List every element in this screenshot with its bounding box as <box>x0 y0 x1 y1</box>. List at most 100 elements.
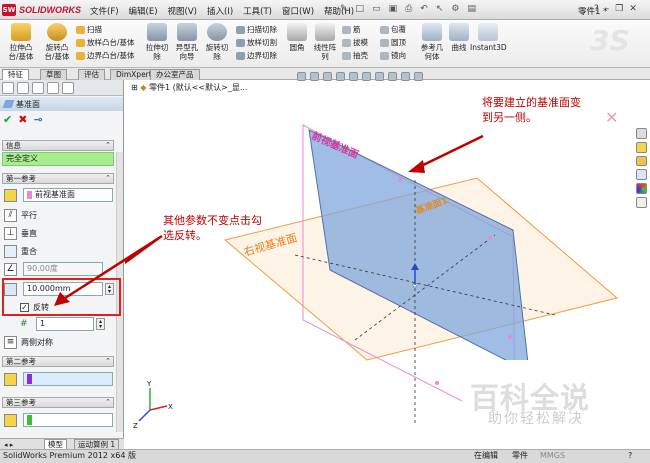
parallel-option[interactable]: ⫽ 平行 <box>4 208 37 222</box>
appearances-icon[interactable] <box>636 183 647 195</box>
handle-point[interactable] <box>488 236 492 240</box>
boundary-cut-button[interactable]: 边界切除 <box>236 51 277 61</box>
dimxpert-icon[interactable] <box>47 82 59 94</box>
tab-sketch[interactable]: 草图 <box>40 69 67 80</box>
wrap-icon <box>380 26 389 34</box>
menu-bar: 文件(F) 编辑(E) 视图(V) 插入(I) 工具(T) 窗口(W) 帮助(H… <box>90 5 354 17</box>
status-app: SolidWorks Premium 2012 x64 版 <box>3 451 136 460</box>
first-reference-field[interactable]: 前视基准面 <box>23 188 113 202</box>
handle-point[interactable] <box>508 335 512 339</box>
linear-pattern-button[interactable]: 线性阵 列 <box>312 23 338 61</box>
revolve-boss-icon <box>47 23 67 41</box>
triad-x-label: X <box>168 403 173 411</box>
revolve-boss-button[interactable]: 旋转凸 台/基体 <box>40 23 74 61</box>
status-units[interactable]: MMGS <box>540 450 565 462</box>
feature-tree-icon[interactable] <box>2 82 14 94</box>
design-library-icon[interactable] <box>636 141 647 153</box>
open-icon[interactable]: ▭ <box>372 4 381 14</box>
perpendicular-option[interactable]: ⊥ 垂直 <box>4 226 37 240</box>
curves-button[interactable]: 曲线 <box>448 23 470 52</box>
close-icon[interactable]: ✕ <box>629 4 637 14</box>
manager-tabs <box>0 80 123 96</box>
restore-icon[interactable]: ❐ <box>615 4 623 14</box>
menu-file[interactable]: 文件(F) <box>90 5 119 17</box>
custom-properties-icon[interactable] <box>636 197 647 208</box>
extrude-cut-button[interactable]: 拉伸切 除 <box>142 23 172 61</box>
symmetric-icon: ≡ <box>4 335 17 349</box>
rib-icon <box>342 26 351 34</box>
shell-button[interactable]: 抽壳 <box>342 51 368 61</box>
cancel-corner-icon[interactable]: ✕ <box>605 108 618 127</box>
symmetric-option[interactable]: ≡ 两侧对称 <box>4 335 53 349</box>
triad-z-icon <box>138 409 151 422</box>
help-icon[interactable]: ? <box>594 4 599 14</box>
status-editing: 在编辑 <box>474 451 498 460</box>
tab-features[interactable]: 特征 <box>2 69 29 80</box>
info-section-header[interactable]: 信息 ⌃ <box>2 140 114 151</box>
third-reference-header[interactable]: 第三参考 ⌃ <box>2 397 114 408</box>
extrude-boss-button[interactable]: 拉伸凸 台/基体 <box>4 23 38 61</box>
print-icon[interactable]: ⎙ <box>405 4 412 14</box>
third-reference-field[interactable] <box>23 413 113 427</box>
coincident-icon <box>4 244 17 258</box>
mirror-button[interactable]: 镜向 <box>380 51 406 61</box>
angle-icon[interactable]: ∠ <box>4 262 17 276</box>
new-icon[interactable]: □ <box>356 4 365 14</box>
wrap-button[interactable]: 包覆 <box>380 25 406 35</box>
triad-y-label: Y <box>146 380 152 388</box>
sweep-cut-button[interactable]: 扫描切除 <box>236 25 277 35</box>
hole-wizard-button[interactable]: 异型孔 向导 <box>172 23 202 61</box>
options-icon[interactable]: ▤ <box>467 4 476 14</box>
menu-window[interactable]: 窗口(W) <box>282 5 314 17</box>
extrude-boss-icon <box>11 23 31 41</box>
tab-evaluate[interactable]: 评估 <box>78 69 105 80</box>
coincident-option[interactable]: 重合 <box>4 244 37 258</box>
boundary-boss-button[interactable]: 边界凸台/基体 <box>76 51 135 61</box>
minimize-icon[interactable]: – <box>605 4 610 14</box>
loft-cut-button[interactable]: 放样切割 <box>236 38 277 48</box>
first-reference-header[interactable]: 第一参考 ⌃ <box>2 173 114 184</box>
count-spinner[interactable]: ▴ ▾ <box>96 318 105 330</box>
resources-icon[interactable] <box>636 128 647 139</box>
reference-geometry-button[interactable]: 参考几 何体 <box>418 23 446 61</box>
annotation-arrow-top <box>416 134 484 170</box>
property-manager-icon[interactable] <box>17 82 29 94</box>
plane-count-icon: # <box>20 319 28 329</box>
display-manager-icon[interactable] <box>62 82 74 94</box>
rib-button[interactable]: 筋 <box>342 25 361 35</box>
handle-point[interactable] <box>435 381 439 385</box>
loft-cut-icon <box>236 39 245 47</box>
handle-point[interactable] <box>398 178 402 182</box>
menu-edit[interactable]: 编辑(E) <box>129 5 158 17</box>
dome-icon <box>380 39 389 47</box>
loft-boss-button[interactable]: 放样凸台/基体 <box>76 38 135 48</box>
app-logo[interactable]: SW SOLIDWORKS <box>2 3 81 17</box>
view-palette-icon[interactable] <box>636 169 647 181</box>
second-reference-header[interactable]: 第二参考 ⌃ <box>2 356 114 367</box>
help-icon[interactable]: ? <box>628 450 632 462</box>
fillet-button[interactable]: 圆角 <box>284 23 310 52</box>
sweep-cut-icon <box>236 26 245 34</box>
rebuild-icon[interactable]: ⚙ <box>451 4 459 14</box>
file-explorer-icon[interactable] <box>636 155 647 167</box>
count-field[interactable]: 1 <box>36 317 94 331</box>
undo-icon[interactable]: ↶ <box>420 4 428 14</box>
menu-view[interactable]: 视图(V) <box>168 5 197 17</box>
pushpin-icon[interactable]: ⊸ <box>33 113 42 126</box>
ok-check-icon[interactable]: ✔ <box>3 113 12 126</box>
tab-office-products[interactable]: 办公室产品 <box>150 69 200 80</box>
menu-tools[interactable]: 工具(T) <box>243 5 272 17</box>
menu-insert[interactable]: 插入(I) <box>207 5 233 17</box>
save-icon[interactable]: ▣ <box>389 4 398 14</box>
second-reference-field[interactable] <box>23 372 113 386</box>
select-icon[interactable]: ↖ <box>436 4 444 14</box>
configuration-icon[interactable] <box>32 82 44 94</box>
revolve-cut-button[interactable]: 旋转切 除 <box>202 23 232 61</box>
dome-button[interactable]: 圆顶 <box>380 38 406 48</box>
second-reference-row <box>4 372 113 386</box>
draft-button[interactable]: 拔模 <box>342 38 368 48</box>
instant3d-button[interactable]: Instant3D <box>470 23 507 52</box>
pin-icon[interactable]: ✎ <box>340 4 348 14</box>
sweep-button[interactable]: 扫描 <box>76 25 102 35</box>
cancel-x-icon[interactable]: ✖ <box>18 113 27 126</box>
